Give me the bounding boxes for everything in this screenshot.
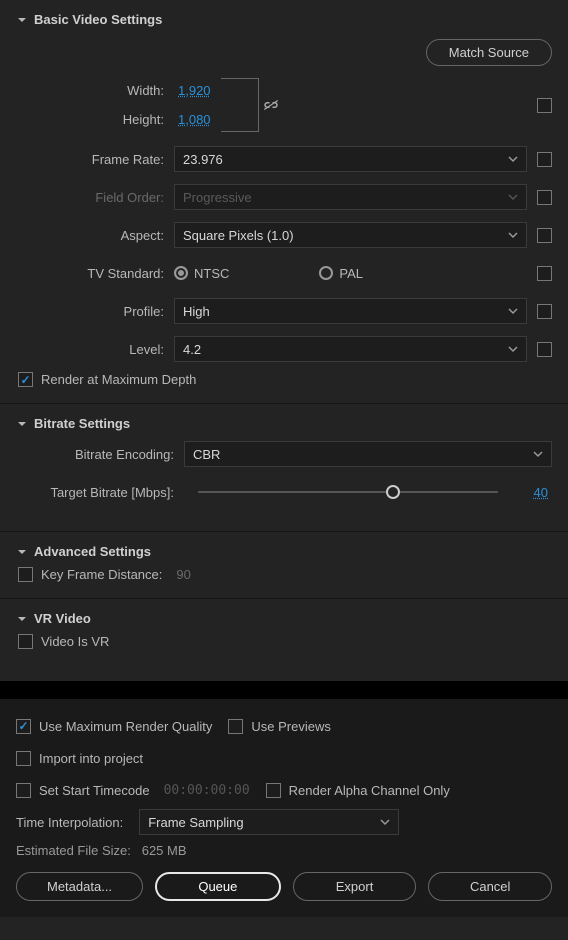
chevron-down-icon — [380, 815, 390, 830]
profile-label: Profile: — [16, 304, 174, 319]
video-is-vr-label: Video Is VR — [41, 634, 109, 649]
width-label: Width: — [127, 83, 174, 98]
section-header-vr[interactable]: VR Video — [16, 607, 552, 634]
level-label: Level: — [16, 342, 174, 357]
start-timecode-value: 00:00:00:00 — [164, 783, 250, 798]
section-title: Bitrate Settings — [34, 416, 130, 431]
chevron-down-icon — [16, 613, 28, 625]
slider-thumb[interactable] — [386, 485, 400, 499]
dimensions-match-checkbox[interactable] — [537, 98, 552, 113]
field-order-match-checkbox[interactable] — [537, 190, 552, 205]
chevron-down-icon — [16, 546, 28, 558]
chevron-down-icon — [508, 342, 518, 357]
set-start-timecode-checkbox[interactable] — [16, 783, 31, 798]
field-order-value: Progressive — [183, 190, 252, 205]
time-interpolation-value: Frame Sampling — [148, 815, 243, 830]
match-source-button[interactable]: Match Source — [426, 39, 552, 66]
section-title: Basic Video Settings — [34, 12, 162, 27]
use-max-render-checkbox[interactable] — [16, 719, 31, 734]
estimated-size-value: 625 MB — [142, 843, 187, 858]
section-title: VR Video — [34, 611, 91, 626]
chevron-down-icon — [508, 304, 518, 319]
height-input[interactable]: 1,080 — [174, 112, 215, 127]
pal-label: PAL — [339, 266, 363, 281]
aspect-select[interactable]: Square Pixels (1.0) — [174, 222, 527, 248]
import-into-project-label: Import into project — [39, 751, 143, 766]
section-header-advanced[interactable]: Advanced Settings — [16, 540, 552, 567]
set-start-timecode-label: Set Start Timecode — [39, 783, 150, 798]
export-button[interactable]: Export — [293, 872, 417, 901]
bitrate-encoding-label: Bitrate Encoding: — [16, 447, 184, 462]
level-select[interactable]: 4.2 — [174, 336, 527, 362]
target-bitrate-label: Target Bitrate [Mbps]: — [16, 485, 184, 500]
section-header-bitrate[interactable]: Bitrate Settings — [16, 412, 552, 439]
use-previews-checkbox[interactable] — [228, 719, 243, 734]
render-max-depth-checkbox[interactable] — [18, 372, 33, 387]
height-label: Height: — [123, 112, 174, 127]
target-bitrate-slider[interactable] — [198, 482, 498, 502]
chevron-down-icon — [508, 152, 518, 167]
field-order-select: Progressive — [174, 184, 527, 210]
radio-icon — [174, 266, 188, 280]
cancel-button[interactable]: Cancel — [428, 872, 552, 901]
tv-standard-label: TV Standard: — [16, 266, 174, 281]
frame-rate-label: Frame Rate: — [16, 152, 174, 167]
frame-rate-match-checkbox[interactable] — [537, 152, 552, 167]
key-frame-distance-value: 90 — [176, 567, 190, 582]
use-previews-label: Use Previews — [251, 719, 330, 734]
aspect-match-checkbox[interactable] — [537, 228, 552, 243]
use-max-render-label: Use Maximum Render Quality — [39, 719, 212, 734]
render-max-depth-label: Render at Maximum Depth — [41, 372, 196, 387]
level-match-checkbox[interactable] — [537, 342, 552, 357]
render-alpha-checkbox[interactable] — [266, 783, 281, 798]
chevron-down-icon — [508, 190, 518, 205]
profile-value: High — [183, 304, 210, 319]
chevron-down-icon — [16, 14, 28, 26]
key-frame-distance-checkbox[interactable] — [18, 567, 33, 582]
level-value: 4.2 — [183, 342, 201, 357]
aspect-label: Aspect: — [16, 228, 174, 243]
pal-radio[interactable]: PAL — [319, 266, 363, 281]
render-alpha-label: Render Alpha Channel Only — [289, 783, 450, 798]
time-interpolation-label: Time Interpolation: — [16, 815, 123, 830]
bitrate-encoding-value: CBR — [193, 447, 220, 462]
aspect-value: Square Pixels (1.0) — [183, 228, 294, 243]
video-is-vr-checkbox[interactable] — [18, 634, 33, 649]
chevron-down-icon — [508, 228, 518, 243]
tv-standard-match-checkbox[interactable] — [537, 266, 552, 281]
field-order-label: Field Order: — [16, 190, 174, 205]
link-bracket — [221, 78, 259, 132]
chevron-down-icon — [16, 418, 28, 430]
profile-select[interactable]: High — [174, 298, 527, 324]
width-input[interactable]: 1,920 — [174, 83, 215, 98]
frame-rate-select[interactable]: 23.976 — [174, 146, 527, 172]
time-interpolation-select[interactable]: Frame Sampling — [139, 809, 399, 835]
slider-track — [198, 491, 498, 493]
section-header-basic[interactable]: Basic Video Settings — [16, 8, 552, 35]
metadata-button[interactable]: Metadata... — [16, 872, 143, 901]
queue-button[interactable]: Queue — [155, 872, 281, 901]
import-into-project-checkbox[interactable] — [16, 751, 31, 766]
ntsc-radio[interactable]: NTSC — [174, 266, 229, 281]
target-bitrate-value[interactable]: 40 — [512, 485, 552, 500]
link-toggle-icon[interactable] — [262, 98, 280, 112]
estimated-size-label: Estimated File Size: — [16, 843, 131, 858]
chevron-down-icon — [533, 447, 543, 462]
key-frame-distance-label: Key Frame Distance: — [41, 567, 162, 582]
bitrate-encoding-select[interactable]: CBR — [184, 441, 552, 467]
radio-icon — [319, 266, 333, 280]
frame-rate-value: 23.976 — [183, 152, 223, 167]
section-title: Advanced Settings — [34, 544, 151, 559]
ntsc-label: NTSC — [194, 266, 229, 281]
profile-match-checkbox[interactable] — [537, 304, 552, 319]
